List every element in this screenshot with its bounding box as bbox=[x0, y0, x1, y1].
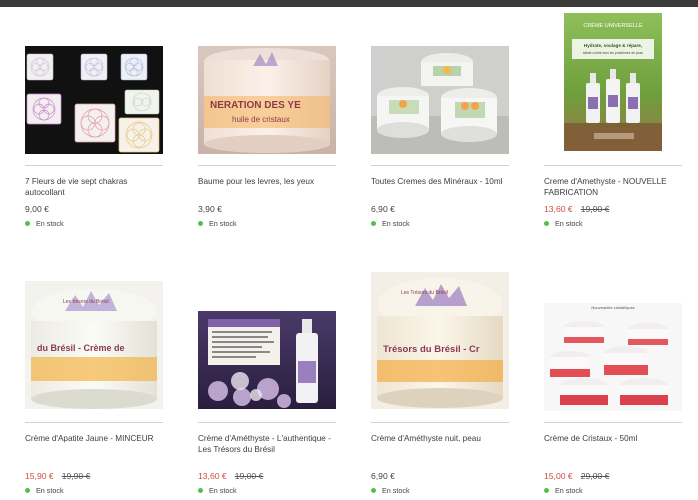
stock-status: En stock bbox=[371, 486, 410, 495]
product-price: 15,90 € 19,90 € bbox=[25, 471, 90, 482]
separator bbox=[198, 422, 336, 423]
stock-status: En stock bbox=[371, 219, 410, 228]
product-price: 6,90 € bbox=[371, 471, 395, 482]
product-price: 6,90 € bbox=[371, 204, 395, 215]
stock-status: En stock bbox=[25, 486, 64, 495]
jar-label-text: NERATION DES YE bbox=[210, 100, 301, 111]
top-navigation-bar bbox=[0, 0, 698, 7]
separator bbox=[25, 422, 163, 423]
separator bbox=[544, 422, 682, 423]
poster-subtitle: idéale contre tous les problèmes de peau bbox=[583, 51, 643, 55]
current-price: 13,60 € bbox=[198, 471, 227, 481]
product-price: 3,90 € bbox=[198, 204, 222, 215]
product-title[interactable]: Creme d'Amethyste - NOUVELLE FABRICATION bbox=[544, 176, 684, 198]
product-title[interactable]: Crème d'Améthyste - L'authentique - Les … bbox=[198, 433, 338, 455]
stock-status: En stock bbox=[198, 486, 237, 495]
current-price: 3,90 € bbox=[198, 204, 222, 214]
current-price: 9,00 € bbox=[25, 204, 49, 214]
stock-status: En stock bbox=[544, 486, 583, 495]
old-price: 19,00 € bbox=[580, 204, 610, 214]
old-price: 29,00 € bbox=[580, 471, 610, 481]
in-stock-dot-icon bbox=[25, 488, 30, 493]
product-image[interactable]: Nouveautés cristalliques bbox=[544, 303, 682, 411]
product-image[interactable]: NERATION DES YE huile de cristaux bbox=[198, 46, 336, 154]
product-title[interactable]: Baume pour les levres, les yeux bbox=[198, 176, 338, 187]
product-image[interactable] bbox=[25, 46, 163, 154]
product-price: 9,00 € bbox=[25, 204, 49, 215]
current-price: 15,00 € bbox=[544, 471, 573, 481]
product-image[interactable] bbox=[198, 311, 336, 409]
jar-lid-text: Les Trésors du Brésil bbox=[401, 290, 448, 296]
product-title[interactable]: Crème d'Apatite Jaune - MINCEUR bbox=[25, 433, 165, 444]
stock-status: En stock bbox=[198, 219, 237, 228]
separator bbox=[371, 165, 509, 166]
poster-tagline: Hydrate, soulage & répare, bbox=[584, 43, 642, 48]
product-image[interactable]: Les trésors du Brésil du Brésil - Crème … bbox=[25, 281, 163, 409]
jar-label-text: Trésors du Brésil - Cr bbox=[383, 344, 480, 355]
product-card[interactable]: Les trésors du Brésil du Brésil - Crème … bbox=[25, 281, 163, 500]
old-price: 19,90 € bbox=[61, 471, 91, 481]
stock-status: En stock bbox=[544, 219, 583, 228]
product-card[interactable]: NERATION DES YE huile de cristaux Baume … bbox=[198, 46, 336, 231]
product-price: 15,00 € 29,00 € bbox=[544, 471, 609, 482]
current-price: 6,90 € bbox=[371, 204, 395, 214]
product-price: 13,60 € 19,00 € bbox=[544, 204, 609, 215]
product-card[interactable]: 7 Fleurs de vie sept chakras autocollant… bbox=[25, 46, 163, 231]
separator bbox=[25, 165, 163, 166]
product-card[interactable]: Nouveautés cristalliques Crème de Crista… bbox=[544, 281, 682, 500]
product-image[interactable]: Les Trésors du Brésil Trésors du Brésil … bbox=[371, 272, 509, 409]
product-title[interactable]: Toutes Cremes des Minéraux - 10ml bbox=[371, 176, 511, 187]
product-card[interactable]: Toutes Cremes des Minéraux - 10ml 6,90 €… bbox=[371, 46, 509, 231]
in-stock-dot-icon bbox=[544, 221, 549, 226]
in-stock-dot-icon bbox=[544, 488, 549, 493]
product-card[interactable]: CRÈME UNIVERSELLE Hydrate, soulage & rép… bbox=[544, 13, 682, 231]
separator bbox=[371, 422, 509, 423]
product-price: 13,60 € 19,00 € bbox=[198, 471, 263, 482]
separator bbox=[544, 165, 682, 166]
current-price: 15,90 € bbox=[25, 471, 54, 481]
old-price: 19,00 € bbox=[234, 471, 264, 481]
jar-lid-text: Les trésors du Brésil bbox=[63, 299, 109, 305]
jar-label-subtext: huile de cristaux bbox=[232, 115, 290, 124]
jar-label-text: du Brésil - Crème de bbox=[37, 343, 125, 353]
current-price: 13,60 € bbox=[544, 204, 573, 214]
product-image[interactable] bbox=[371, 46, 509, 154]
separator bbox=[198, 165, 336, 166]
in-stock-dot-icon bbox=[25, 221, 30, 226]
in-stock-dot-icon bbox=[371, 488, 376, 493]
product-title[interactable]: Crème de Cristaux - 50ml bbox=[544, 433, 684, 444]
product-title[interactable]: Crème d'Améthyste nuit, peau bbox=[371, 433, 511, 444]
product-card[interactable]: Crème d'Améthyste - L'authentique - Les … bbox=[198, 281, 336, 500]
in-stock-dot-icon bbox=[198, 488, 203, 493]
product-title[interactable]: 7 Fleurs de vie sept chakras autocollant bbox=[25, 176, 165, 198]
in-stock-dot-icon bbox=[198, 221, 203, 226]
product-image[interactable]: CRÈME UNIVERSELLE Hydrate, soulage & rép… bbox=[564, 13, 662, 151]
current-price: 6,90 € bbox=[371, 471, 395, 481]
product-card[interactable]: Les Trésors du Brésil Trésors du Brésil … bbox=[371, 272, 509, 500]
stock-status: En stock bbox=[25, 219, 64, 228]
image-caption: Nouveautés cristalliques bbox=[591, 305, 634, 310]
poster-heading: CRÈME UNIVERSELLE bbox=[583, 22, 643, 29]
in-stock-dot-icon bbox=[371, 221, 376, 226]
